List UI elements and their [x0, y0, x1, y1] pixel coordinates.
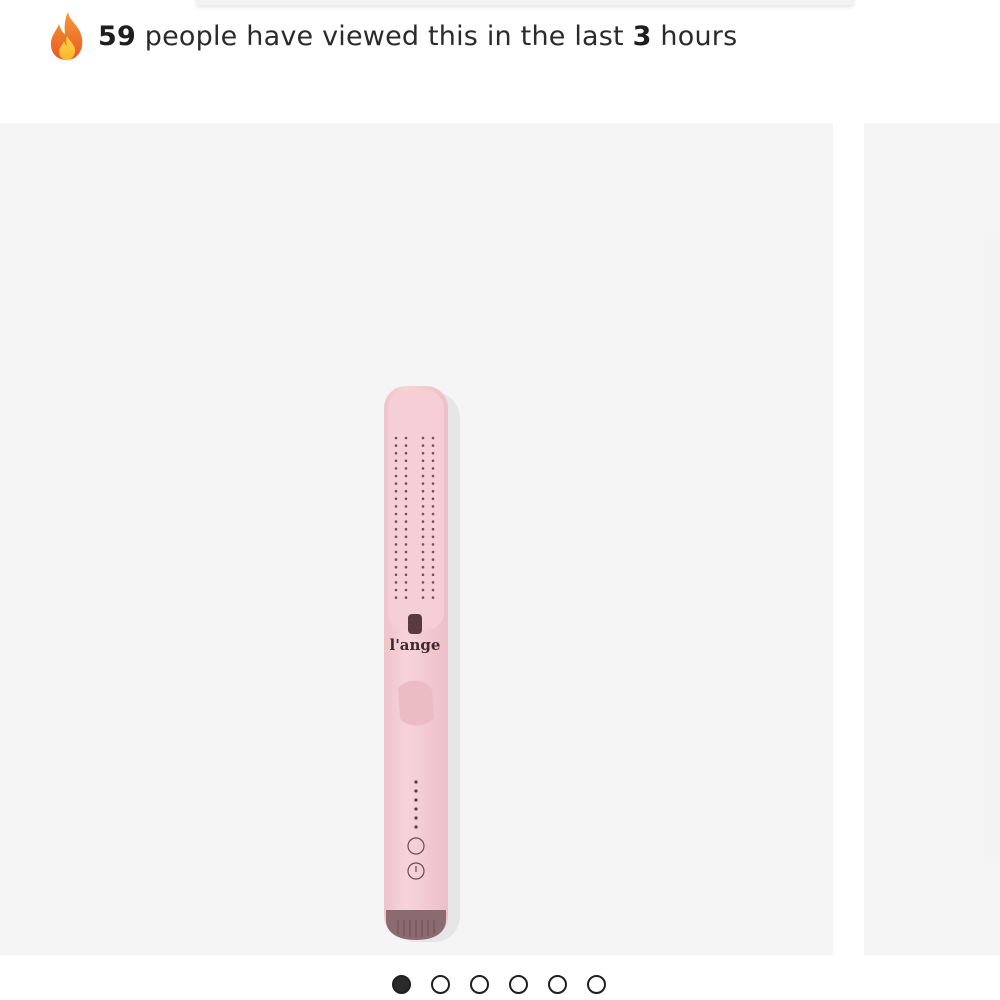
- product-image-carousel[interactable]: l'ange: [0, 123, 1000, 955]
- carousel-dot-1[interactable]: [392, 975, 411, 994]
- carousel-dot-4[interactable]: [509, 975, 528, 994]
- views-text-end: hours: [651, 20, 738, 52]
- top-bar-edge: [195, 0, 855, 5]
- carousel-slide-1[interactable]: l'ange: [0, 123, 833, 955]
- views-text-middle: people have viewed this in the last: [135, 20, 633, 52]
- carousel-slide-2-peek[interactable]: [864, 123, 1000, 955]
- slide-2-image-edge: [984, 233, 1000, 863]
- view-count: 59: [98, 20, 136, 52]
- fire-icon: [50, 12, 83, 60]
- carousel-dot-6[interactable]: [587, 975, 606, 994]
- recent-views-banner: 59 people have viewed this in the last 3…: [46, 10, 737, 62]
- product-image-straightener: l'ange: [384, 386, 460, 942]
- carousel-dot-2[interactable]: [431, 975, 450, 994]
- carousel-dot-3[interactable]: [470, 975, 489, 994]
- hours-count: 3: [632, 20, 652, 52]
- brand-logo: l'ange: [390, 636, 441, 654]
- carousel-pagination: [392, 975, 606, 994]
- recent-views-text: 59 people have viewed this in the last 3…: [98, 21, 737, 52]
- carousel-dot-5[interactable]: [548, 975, 567, 994]
